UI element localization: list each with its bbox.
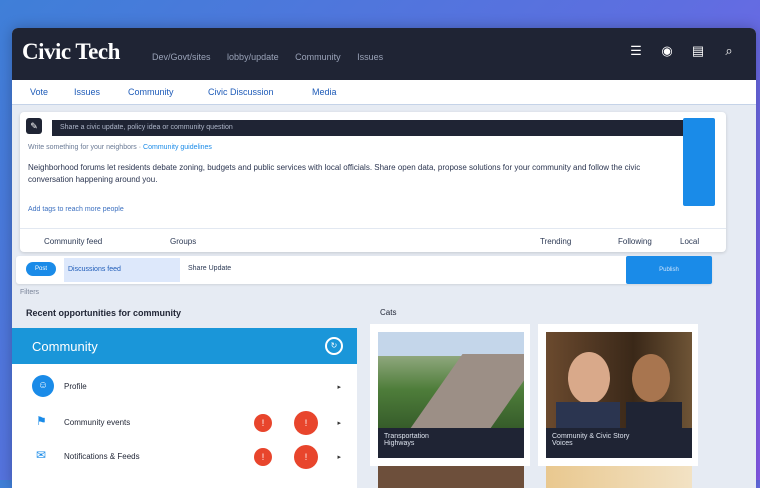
subnav-item-community[interactable]: Community — [128, 87, 174, 97]
sidebar-title: Community — [32, 339, 98, 354]
topnav-item-community[interactable]: Community — [295, 52, 341, 62]
story-card-transportation[interactable]: Transportation Highways — [370, 324, 530, 466]
topnav-item-lobby[interactable]: lobby/update — [227, 52, 279, 62]
footer-community-feed[interactable]: Community feed — [44, 237, 102, 246]
card-photo-people — [546, 332, 692, 428]
footer-trending[interactable]: Trending — [540, 237, 571, 246]
card-caption-line2: Voices — [552, 440, 573, 447]
top-nav: Dev/Govt/sites lobby/update Community Is… — [152, 52, 397, 62]
story-card-community[interactable]: Community & Civic Story Voices — [538, 324, 698, 466]
card-caption-line1: Transportation — [384, 433, 429, 440]
chat-icon[interactable]: ▤ — [691, 43, 705, 59]
chevron-right-icon[interactable]: ▸ — [337, 419, 341, 427]
sidebar-item-profile[interactable]: ☺ Profile ▸ — [12, 372, 357, 402]
profile-icon: ☺ — [32, 375, 54, 397]
card-caption: Community & Civic Story Voices — [546, 428, 692, 458]
subnav-item-vote[interactable]: Vote — [30, 87, 48, 97]
topnav-item-issues[interactable]: Issues — [357, 52, 383, 62]
alert-badge-large[interactable]: ! — [294, 411, 318, 435]
community-sidebar: Community ↻ ☺ Profile ▸ ⚑ Community even… — [12, 328, 357, 488]
guidelines-link[interactable]: Community guidelines — [143, 144, 212, 151]
subnav-item-issues[interactable]: Issues — [74, 87, 100, 97]
composer-hint: Write something for your neighbors · Com… — [28, 144, 212, 151]
post-pill-button[interactable]: Post — [26, 262, 56, 276]
discussions-tab[interactable]: Discussions feed — [64, 258, 180, 282]
expand-icon[interactable]: ▸ — [337, 383, 341, 391]
menu-icon[interactable]: ☰ — [629, 43, 643, 59]
sidebar-item-label: Profile — [64, 382, 87, 391]
tag-hint[interactable]: Add tags to reach more people — [28, 206, 124, 213]
footer-groups[interactable]: Groups — [170, 237, 196, 246]
cats-label: Cats — [380, 308, 397, 317]
composer-icon: ✎ — [26, 118, 42, 134]
app-window: Civic Tech Dev/Govt/sites lobby/update C… — [12, 28, 756, 488]
footer-local[interactable]: Local — [680, 237, 699, 246]
alert-badge-small[interactable]: ! — [254, 414, 272, 432]
share-update-label[interactable]: Share Update — [188, 265, 231, 272]
share-bar: Post Discussions feed Share Update Publi… — [16, 256, 712, 284]
composer-input[interactable]: Share a civic update, policy idea or com… — [52, 120, 684, 136]
composer-side-button[interactable] — [683, 118, 715, 206]
subnav-item-civic-discussion[interactable]: Civic Discussion — [208, 87, 274, 97]
subnav-item-media[interactable]: Media — [312, 87, 337, 97]
sidebar-item-label: Notifications & Feeds — [64, 452, 140, 461]
card-photo-highway — [378, 332, 524, 428]
chevron-right-icon[interactable]: ▸ — [337, 453, 341, 461]
sub-nav: Vote Issues Community Civic Discussion M… — [12, 80, 756, 105]
sidebar-item-label: Community events — [64, 418, 131, 427]
brand-logo[interactable]: Civic Tech — [22, 39, 120, 65]
composer-footer: Community feed Groups Trending Following… — [20, 228, 726, 253]
section-title: Recent opportunities for community — [26, 308, 182, 318]
sidebar-item-notifications[interactable]: ✉ Notifications & Feeds ! ! ▸ — [12, 442, 357, 472]
alert-badge-small[interactable]: ! — [254, 448, 272, 466]
sidebar-item-events[interactable]: ⚑ Community events ! ! ▸ — [12, 408, 357, 438]
card-caption-line2: Highways — [384, 440, 415, 447]
story-card-thumbnail[interactable] — [378, 466, 524, 488]
refresh-icon[interactable]: ↻ — [325, 337, 343, 355]
post-composer: ✎ Share a civic update, policy idea or c… — [20, 112, 726, 252]
footer-following[interactable]: Following — [618, 237, 652, 246]
story-card-thumbnail[interactable] — [546, 466, 692, 488]
search-icon[interactable]: ⌕ — [722, 43, 736, 59]
top-icons: ☰ ◉ ▤ ⌕ — [629, 43, 736, 59]
bell-icon: ✉ — [36, 448, 47, 462]
alert-badge-large[interactable]: ! — [294, 445, 318, 469]
publish-button[interactable]: Publish — [626, 256, 712, 284]
sidebar-header: Community ↻ — [12, 328, 357, 364]
top-bar: Civic Tech Dev/Govt/sites lobby/update C… — [12, 28, 756, 80]
event-icon: ⚑ — [36, 414, 47, 428]
card-caption: Transportation Highways — [378, 428, 524, 458]
filters-label[interactable]: Filters — [20, 289, 39, 296]
topnav-item-dev[interactable]: Dev/Govt/sites — [152, 52, 211, 62]
card-caption-line1: Community & Civic Story — [552, 433, 630, 440]
user-icon[interactable]: ◉ — [660, 43, 674, 59]
composer-body-text[interactable]: Neighborhood forums let residents debate… — [28, 162, 668, 186]
